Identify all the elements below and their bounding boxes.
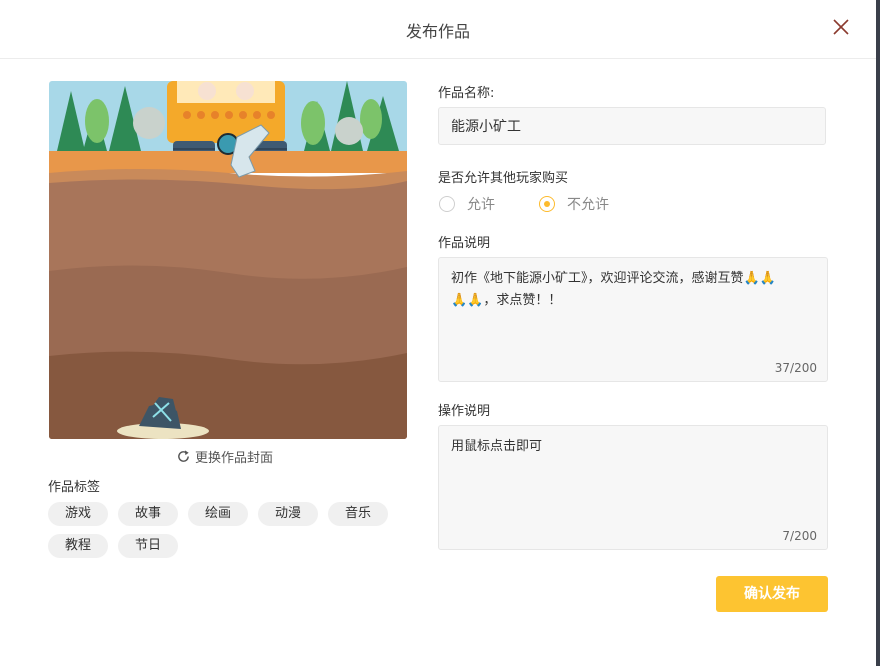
tag-story[interactable]: 故事 [118, 502, 178, 526]
refresh-icon [178, 449, 189, 462]
tags-label: 作品标签 [48, 480, 101, 495]
description-textarea[interactable]: 初作《地下能源小矿工》，欢迎评论交流，感谢互赞🙏🙏 🙏🙏，求点赞！！ 37/20… [438, 257, 828, 382]
instructions-label: 操作说明 [438, 404, 491, 419]
instructions-textarea[interactable]: 用鼠标点击即可 7/200 [438, 425, 828, 550]
name-label: 作品名称: [438, 86, 495, 101]
cover-image [49, 81, 407, 439]
close-button[interactable] [830, 16, 852, 38]
tag-game[interactable]: 游戏 [48, 502, 108, 526]
tag-holiday[interactable]: 节日 [118, 534, 178, 558]
description-line-1: 初作《地下能源小矿工》，欢迎评论交流，感谢互赞🙏🙏 [451, 271, 776, 286]
dialog-title: 发布作品 [405, 22, 470, 41]
change-cover-label: 更换作品封面 [195, 450, 274, 466]
description-label: 作品说明 [438, 236, 491, 251]
tag-drawing[interactable]: 绘画 [188, 502, 248, 526]
confirm-publish-button[interactable]: 确认发布 [716, 576, 828, 612]
change-cover-button[interactable]: 更换作品封面 [176, 447, 274, 466]
radio-circle [439, 196, 455, 212]
tag-music[interactable]: 音乐 [328, 502, 388, 526]
instructions-text: 用鼠标点击即可 [451, 439, 543, 454]
window-edge [876, 0, 880, 666]
radio-circle-selected [539, 196, 555, 212]
radio-disallow[interactable]: 不允许 [539, 193, 609, 215]
radio-disallow-label: 不允许 [567, 197, 609, 213]
tag-tutorial[interactable]: 教程 [48, 534, 108, 558]
description-line-2: 🙏🙏，求点赞！！ [451, 293, 562, 308]
dialog-header: 发布作品 [0, 0, 876, 59]
instructions-counter: 7/200 [782, 529, 817, 543]
purchase-label: 是否允许其他玩家购买 [438, 171, 569, 186]
name-input[interactable]: 能源小矿工 [438, 107, 826, 145]
tag-anime[interactable]: 动漫 [258, 502, 318, 526]
radio-allow[interactable]: 允许 [439, 193, 495, 215]
radio-allow-label: 允许 [467, 197, 495, 213]
description-counter: 37/200 [774, 361, 817, 375]
close-icon [833, 19, 849, 35]
